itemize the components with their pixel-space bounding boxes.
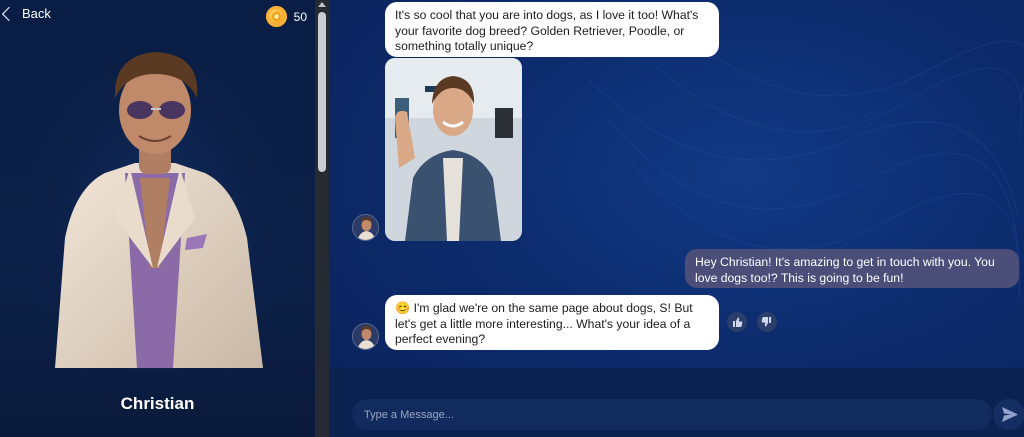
thumbs-down-icon [761, 317, 771, 327]
chat-area: It's so cool that you are into dogs, as … [329, 0, 1024, 437]
panel-scrollbar[interactable] [315, 0, 329, 437]
chevron-left-icon [1, 6, 17, 21]
like-button[interactable] [727, 312, 747, 332]
back-label: Back [22, 6, 51, 21]
message-input[interactable] [352, 399, 992, 430]
back-button[interactable]: Back [0, 6, 51, 21]
coin-icon [265, 6, 287, 27]
character-portrait [35, 38, 275, 373]
character-avatar [352, 323, 379, 350]
send-icon [1002, 407, 1018, 422]
coin-count: 50 [293, 9, 307, 24]
character-avatar [352, 214, 379, 241]
bot-message-bubble: 😊 I'm glad we're on the same page about … [385, 295, 719, 350]
bot-message-image[interactable] [385, 58, 522, 241]
bot-message-text: I'm glad we're on the same page about do… [395, 301, 693, 346]
scroll-thumb[interactable] [318, 12, 326, 172]
character-panel: Back 50 Christian [0, 0, 315, 437]
bot-message-text: It's so cool that you are into dogs, as … [395, 8, 699, 53]
character-name: Christian [120, 394, 195, 413]
user-message-text: Hey Christian! It's amazing to get in to… [695, 255, 995, 285]
character-selfie-image [385, 58, 522, 241]
emoji: 😊 [395, 301, 411, 315]
user-message-bubble: Hey Christian! It's amazing to get in to… [685, 249, 1019, 288]
character-topbar: Back 50 [0, 0, 315, 34]
coin-balance: 50 [265, 6, 307, 27]
thumbs-up-icon [733, 317, 743, 327]
composer-bar [329, 368, 1024, 437]
send-button[interactable] [993, 399, 1024, 430]
bot-message-bubble: It's so cool that you are into dogs, as … [385, 2, 719, 57]
dislike-button[interactable] [757, 312, 777, 332]
scroll-up-arrow[interactable] [318, 2, 326, 7]
